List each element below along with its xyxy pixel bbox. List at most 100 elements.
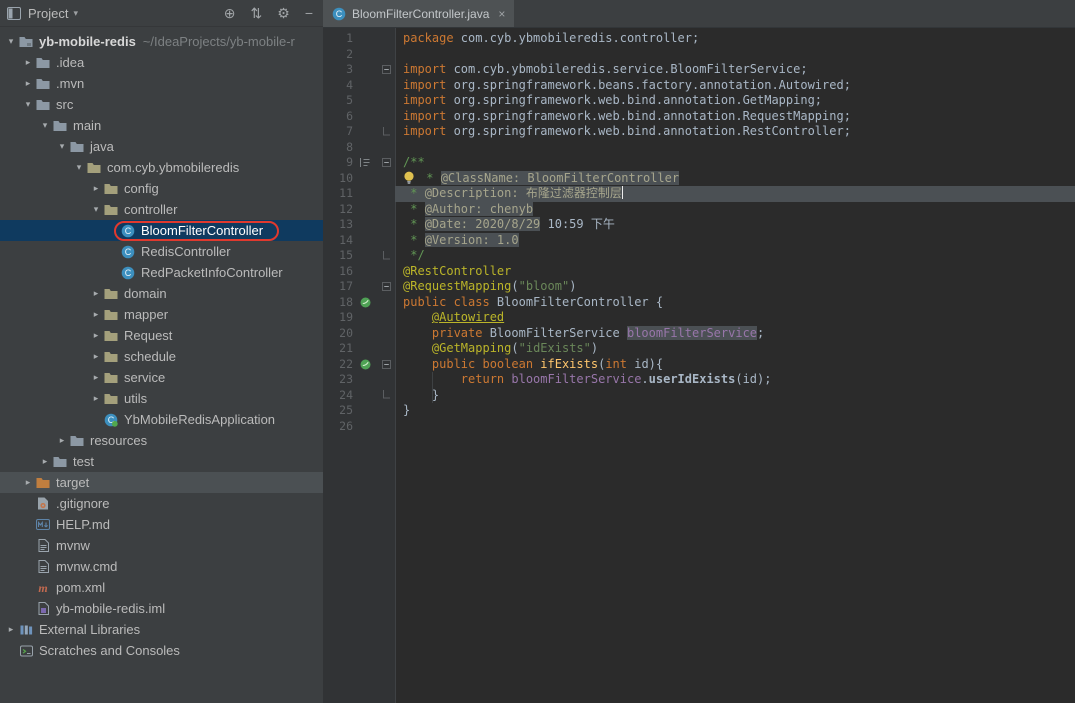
fold-start-icon[interactable]	[377, 279, 395, 295]
tree-item-service[interactable]: ▸ service	[0, 367, 323, 388]
line-number[interactable]: 26	[323, 419, 353, 435]
line-number[interactable]: 12	[323, 202, 353, 218]
locate-file-icon[interactable]: ⊕	[224, 6, 236, 20]
code-text[interactable]: */	[395, 248, 1075, 264]
code-text[interactable]: package com.cyb.ybmobileredis.controller…	[395, 31, 1075, 47]
code-text[interactable]: }	[395, 388, 1075, 404]
chevron-right-icon[interactable]: ▸	[38, 456, 52, 467]
tree-item-java[interactable]: ▾ java	[0, 136, 323, 157]
spring-bean-icon[interactable]	[353, 357, 377, 373]
chevron-down-icon[interactable]: ▾	[4, 36, 18, 47]
code-text[interactable]: }	[395, 403, 1075, 419]
line-number[interactable]: 10	[323, 171, 353, 187]
code-text[interactable]: @GetMapping("idExists")	[395, 341, 1075, 357]
code-text[interactable]: public boolean ifExists(int id){	[395, 357, 1075, 373]
tree-item-pom-xml[interactable]: m pom.xml	[0, 577, 323, 598]
chevron-right-icon[interactable]: ▸	[55, 435, 69, 446]
options-gear-icon[interactable]: ⚙	[277, 6, 290, 20]
tab-bloomfiltercontroller-java[interactable]: C BloomFilterController.java ×	[323, 0, 515, 27]
chevron-right-icon[interactable]: ▸	[89, 309, 103, 320]
chevron-right-icon[interactable]: ▸	[4, 624, 18, 635]
tree-item-resources[interactable]: ▸ resources	[0, 430, 323, 451]
chevron-right-icon[interactable]: ▸	[21, 477, 35, 488]
line-number[interactable]: 23	[323, 372, 353, 388]
code-text[interactable]: import org.springframework.beans.factory…	[395, 78, 1075, 94]
chevron-right-icon[interactable]: ▸	[21, 78, 35, 89]
line-number[interactable]: 6	[323, 109, 353, 125]
line-number[interactable]: 15	[323, 248, 353, 264]
tree-item-config[interactable]: ▸ config	[0, 178, 323, 199]
tree-item-mvnw-cmd[interactable]: mvnw.cmd	[0, 556, 323, 577]
code-text[interactable]: import org.springframework.web.bind.anno…	[395, 93, 1075, 109]
code-editor[interactable]: 1 package com.cyb.ybmobileredis.controlle…	[323, 28, 1075, 703]
code-text[interactable]: * @ClassName: BloomFilterController	[395, 170, 1075, 187]
code-text[interactable]: return bloomFilterService.userIdExists(i…	[395, 372, 1075, 388]
tree-item-yb-mobile-redis-iml[interactable]: yb-mobile-redis.iml	[0, 598, 323, 619]
tree-item-gitignore[interactable]: .gitignore	[0, 493, 323, 514]
line-number[interactable]: 16	[323, 264, 353, 280]
fold-end-icon[interactable]	[377, 248, 395, 264]
code-text[interactable]: /**	[395, 155, 1075, 171]
line-number[interactable]: 24	[323, 388, 353, 404]
tree-item-idea[interactable]: ▸ .idea	[0, 52, 323, 73]
tree-item-request[interactable]: ▸ Request	[0, 325, 323, 346]
line-number[interactable]: 22	[323, 357, 353, 373]
code-text[interactable]: private BloomFilterService bloomFilterSe…	[395, 325, 1075, 342]
tree-item-main[interactable]: ▾ main	[0, 115, 323, 136]
close-tab-icon[interactable]: ×	[498, 7, 505, 21]
line-number[interactable]: 25	[323, 403, 353, 419]
collapse-all-icon[interactable]: ⇅	[251, 6, 263, 20]
fold-end-icon[interactable]	[377, 124, 395, 140]
line-number[interactable]: 21	[323, 341, 353, 357]
chevron-down-icon[interactable]: ▾	[21, 99, 35, 110]
code-text[interactable]: public class BloomFilterController {	[395, 295, 1075, 311]
tree-item-rediscontroller[interactable]: C RedisController	[0, 241, 323, 262]
tree-item-mvnw[interactable]: mvnw	[0, 535, 323, 556]
tree-item-controller[interactable]: ▾ controller	[0, 199, 323, 220]
chevron-right-icon[interactable]: ▸	[21, 57, 35, 68]
code-text[interactable]: @RestController	[395, 264, 1075, 280]
code-text[interactable]: * @Date: 2020/8/29 10:59 下午	[395, 217, 1075, 233]
code-text[interactable]: * @Version: 1.0	[395, 232, 1075, 249]
line-number[interactable]: 3	[323, 62, 353, 78]
tree-item-mapper[interactable]: ▸ mapper	[0, 304, 323, 325]
fold-start-icon[interactable]	[377, 62, 395, 78]
tree-item-utils[interactable]: ▸ utils	[0, 388, 323, 409]
tree-item-src[interactable]: ▾ src	[0, 94, 323, 115]
tree-item-yb-mobile-redis[interactable]: ▾ yb-mobile-redis ~/IdeaProjects/yb-mobile…	[0, 31, 323, 52]
code-text[interactable]: * @Author: chenyb	[395, 201, 1075, 218]
line-number[interactable]: 13	[323, 217, 353, 233]
line-number[interactable]: 18	[323, 295, 353, 311]
chevron-right-icon[interactable]: ▸	[89, 372, 103, 383]
code-text[interactable]: @Autowired	[395, 310, 1075, 326]
line-number[interactable]: 2	[323, 47, 353, 63]
code-text[interactable]	[395, 419, 1075, 435]
fold-start-icon[interactable]	[377, 155, 395, 171]
intention-bulb-icon[interactable]	[403, 171, 416, 184]
line-number[interactable]: 7	[323, 124, 353, 140]
line-number[interactable]: 11	[323, 186, 353, 202]
tree-item-com-cyb-ybmobileredis[interactable]: ▾ com.cyb.ybmobileredis	[0, 157, 323, 178]
chevron-down-icon[interactable]: ▾	[55, 141, 69, 152]
panel-title[interactable]: Project	[28, 6, 68, 21]
chevron-right-icon[interactable]: ▸	[89, 330, 103, 341]
code-text[interactable]	[395, 140, 1075, 156]
chevron-down-icon[interactable]: ▾	[89, 204, 103, 215]
code-text[interactable]: import org.springframework.web.bind.anno…	[395, 124, 1075, 140]
tree-item-mvn[interactable]: ▸ .mvn	[0, 73, 323, 94]
tree-item-schedule[interactable]: ▸ schedule	[0, 346, 323, 367]
tree-item-target[interactable]: ▸ target	[0, 472, 323, 493]
code-text[interactable]: import org.springframework.web.bind.anno…	[395, 109, 1075, 125]
line-number[interactable]: 8	[323, 140, 353, 156]
chevron-right-icon[interactable]: ▸	[89, 288, 103, 299]
spring-bean-icon[interactable]	[353, 295, 377, 311]
line-number[interactable]: 4	[323, 78, 353, 94]
tree-item-scratches-and-consoles[interactable]: Scratches and Consoles	[0, 640, 323, 661]
tree-item-domain[interactable]: ▸ domain	[0, 283, 323, 304]
fold-start-icon[interactable]	[377, 357, 395, 373]
line-number[interactable]: 19	[323, 310, 353, 326]
line-number[interactable]: 9	[323, 155, 353, 171]
doc-preview-icon[interactable]	[353, 155, 377, 171]
chevron-down-icon[interactable]: ▾	[72, 162, 86, 173]
code-text[interactable]: * @Description: 布隆过滤器控制层	[395, 186, 1075, 202]
